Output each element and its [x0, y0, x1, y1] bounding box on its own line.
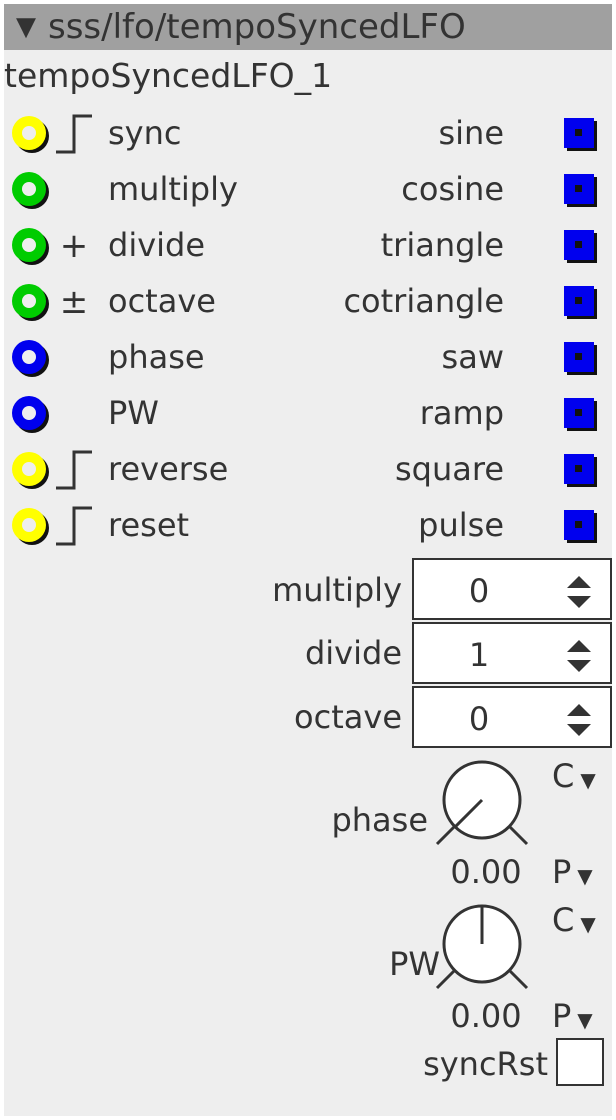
- mode-label: C: [552, 901, 575, 939]
- output-jack-triangle[interactable]: [564, 230, 598, 264]
- mode-label: P: [552, 997, 572, 1035]
- output-jack-cosine[interactable]: [564, 174, 598, 208]
- phase-top-mode-dropdown[interactable]: C ▼: [552, 756, 596, 796]
- instance-name[interactable]: tempoSyncedLFO_1: [4, 56, 332, 96]
- up-down-arrows-icon[interactable]: [564, 636, 594, 676]
- io-row: reverse square: [0, 444, 616, 500]
- spinbox-octave[interactable]: 0: [412, 686, 612, 748]
- input-label-reset: reset: [108, 506, 190, 544]
- spinner-label-octave: octave: [294, 698, 402, 736]
- output-jack-cotriangle[interactable]: [564, 286, 598, 320]
- triangle-down-small-icon: ▼: [577, 864, 593, 888]
- trigger-icon: [54, 504, 94, 548]
- trigger-icon: [54, 448, 94, 492]
- knob-label-pw: PW: [389, 945, 440, 983]
- collapse-triangle-icon[interactable]: ▼: [16, 4, 36, 50]
- syncrst-checkbox[interactable]: [556, 1038, 604, 1086]
- knob-value-phase: 0.00: [450, 853, 522, 891]
- io-row: reset pulse: [0, 500, 616, 556]
- spinbox-multiply[interactable]: 0: [412, 558, 612, 620]
- mode-label: C: [552, 757, 575, 795]
- output-label-cotriangle: cotriangle: [343, 282, 504, 320]
- phase-knob[interactable]: [434, 756, 530, 852]
- output-label-cosine: cosine: [401, 170, 504, 208]
- pw-knob[interactable]: [434, 900, 530, 996]
- io-row: sync sine: [0, 108, 616, 164]
- phase-bottom-mode-dropdown[interactable]: P ▼: [552, 852, 593, 892]
- output-label-pulse: pulse: [418, 506, 504, 544]
- spinner-label-multiply: multiply: [272, 571, 402, 609]
- module-path: sss/lfo/tempoSyncedLFO: [48, 7, 466, 47]
- mode-label: P: [552, 853, 572, 891]
- triangle-down-small-icon: ▼: [580, 912, 596, 936]
- io-row: PW ramp: [0, 388, 616, 444]
- input-label-multiply: multiply: [108, 170, 238, 208]
- io-row: + divide triangle: [0, 220, 616, 276]
- io-row: multiply cosine: [0, 164, 616, 220]
- output-label-square: square: [394, 450, 504, 488]
- output-label-ramp: ramp: [419, 394, 504, 432]
- input-jack-pw[interactable]: [12, 396, 49, 433]
- output-jack-ramp[interactable]: [564, 398, 598, 432]
- plus-minus-icon: ±: [59, 282, 89, 322]
- input-jack-sync[interactable]: [12, 116, 49, 153]
- input-label-pw: PW: [108, 394, 159, 432]
- spinbox-value-octave[interactable]: 0: [414, 688, 544, 750]
- input-label-octave: octave: [108, 282, 216, 320]
- input-jack-reverse[interactable]: [12, 452, 49, 489]
- trigger-icon: [54, 112, 94, 156]
- checkbox-label-syncrst: syncRst: [423, 1045, 548, 1083]
- input-jack-multiply[interactable]: [12, 172, 49, 209]
- knob-label-phase: phase: [331, 801, 428, 839]
- input-label-sync: sync: [108, 114, 182, 152]
- pw-bottom-mode-dropdown[interactable]: P ▼: [552, 996, 593, 1036]
- input-jack-octave[interactable]: [12, 284, 49, 321]
- io-row: phase saw: [0, 332, 616, 388]
- input-label-divide: divide: [108, 226, 206, 264]
- output-jack-square[interactable]: [564, 454, 598, 488]
- output-jack-saw[interactable]: [564, 342, 598, 376]
- module-titlebar[interactable]: ▼ sss/lfo/tempoSyncedLFO: [4, 4, 612, 50]
- input-jack-reset[interactable]: [12, 508, 49, 545]
- io-row: ± octave cotriangle: [0, 276, 616, 332]
- up-down-arrows-icon[interactable]: [564, 700, 594, 740]
- output-jack-sine[interactable]: [564, 118, 598, 152]
- input-label-reverse: reverse: [108, 450, 229, 488]
- spinbox-value-multiply[interactable]: 0: [414, 560, 544, 622]
- output-jack-pulse[interactable]: [564, 510, 598, 544]
- knob-value-pw: 0.00: [450, 997, 522, 1035]
- pw-top-mode-dropdown[interactable]: C ▼: [552, 900, 596, 940]
- input-jack-divide[interactable]: [12, 228, 49, 265]
- input-label-phase: phase: [108, 338, 205, 376]
- triangle-down-small-icon: ▼: [577, 1008, 593, 1032]
- plus-icon: +: [59, 226, 89, 266]
- triangle-down-small-icon: ▼: [580, 768, 596, 792]
- output-label-saw: saw: [441, 338, 504, 376]
- output-label-triangle: triangle: [380, 226, 504, 264]
- spinbox-divide[interactable]: 1: [412, 622, 612, 684]
- output-label-sine: sine: [438, 114, 504, 152]
- input-jack-phase[interactable]: [12, 340, 49, 377]
- spinbox-value-divide[interactable]: 1: [414, 624, 544, 686]
- up-down-arrows-icon[interactable]: [564, 572, 594, 612]
- spinner-label-divide: divide: [304, 634, 402, 672]
